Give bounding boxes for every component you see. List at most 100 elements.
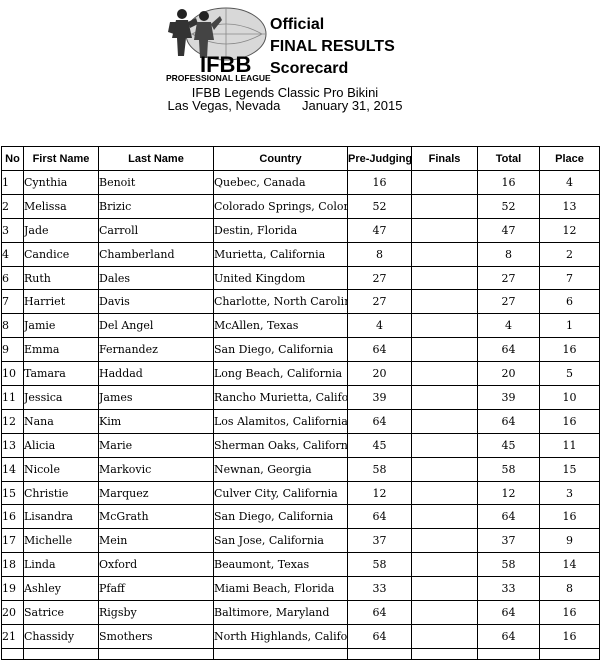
cell-place: 14 bbox=[539, 552, 600, 578]
cell-last-name: Pfaff bbox=[98, 576, 214, 602]
cell-last-name: Kim bbox=[98, 408, 214, 434]
cell-first-name: Harriet bbox=[23, 289, 99, 315]
table-row: 10 Tamara Haddad Long Beach, California 20 20… bbox=[1, 361, 600, 387]
table-row: 9 Emma Fernandez San Diego, California 64 64 1… bbox=[1, 337, 600, 363]
table-row: 12 Nana Kim Los Alamitos, California 64 64 16 bbox=[1, 408, 600, 434]
cell-prejudging: 8 bbox=[347, 241, 412, 267]
cell-empty bbox=[98, 647, 214, 660]
cell-finals bbox=[411, 241, 478, 267]
logo-subtitle: PROFESSIONAL LEAGUE bbox=[166, 73, 271, 83]
cell-first-name: Emma bbox=[23, 337, 99, 363]
cell-total: 27 bbox=[477, 289, 540, 315]
cell-finals bbox=[411, 170, 478, 195]
cell-finals bbox=[411, 504, 478, 530]
event-date: January 31, 2015 bbox=[301, 98, 403, 113]
event-location: Las Vegas, Nevada bbox=[167, 98, 281, 113]
cell-finals bbox=[411, 552, 478, 578]
cell-place: 11 bbox=[539, 432, 600, 458]
cell-finals bbox=[411, 408, 478, 434]
cell-prejudging: 16 bbox=[347, 170, 412, 195]
cell-last-name: Benoit bbox=[98, 170, 214, 195]
table-row: 7 Harriet Davis Charlotte, North Carolina 27… bbox=[1, 289, 600, 315]
cell-no: 15 bbox=[1, 480, 24, 506]
table-row: 18 Linda Oxford Beaumont, Texas 58 58 14 bbox=[1, 552, 600, 578]
cell-total: 16 bbox=[477, 170, 540, 195]
cell-total: 64 bbox=[477, 337, 540, 363]
cell-prejudging: 52 bbox=[347, 193, 412, 219]
cell-total: 20 bbox=[477, 361, 540, 387]
col-header-last-name: Last Name bbox=[98, 146, 214, 171]
cell-last-name: Brizic bbox=[98, 193, 214, 219]
cell-total: 58 bbox=[477, 552, 540, 578]
cell-no: 10 bbox=[1, 361, 24, 387]
col-header-first-name: First Name bbox=[23, 146, 99, 171]
col-header-country: Country bbox=[213, 146, 348, 171]
cell-total: 4 bbox=[477, 313, 540, 339]
cell-total: 33 bbox=[477, 576, 540, 602]
cell-country: Culver City, California bbox=[213, 480, 348, 506]
cell-no: 16 bbox=[1, 504, 24, 530]
cell-first-name: Melissa bbox=[23, 193, 99, 219]
cell-prejudging: 64 bbox=[347, 623, 412, 649]
cell-place: 1 bbox=[539, 313, 600, 339]
cell-empty bbox=[347, 647, 412, 660]
cell-prejudging: 64 bbox=[347, 600, 412, 625]
cell-empty bbox=[213, 647, 348, 660]
cell-prejudging: 64 bbox=[347, 408, 412, 434]
cell-country: Beaumont, Texas bbox=[213, 552, 348, 578]
scorecard-header: IFBB PROFESSIONAL LEAGUE Official FINAL … bbox=[0, 0, 600, 120]
cell-finals bbox=[411, 361, 478, 387]
cell-finals bbox=[411, 456, 478, 482]
cell-last-name: Del Angel bbox=[98, 313, 214, 339]
table-row: 1 Cynthia Benoit Quebec, Canada 16 16 4 bbox=[1, 170, 600, 195]
cell-last-name: Haddad bbox=[98, 361, 214, 387]
cell-finals bbox=[411, 337, 478, 363]
cell-place: 16 bbox=[539, 408, 600, 434]
cell-country: Newnan, Georgia bbox=[213, 456, 348, 482]
cell-place: 15 bbox=[539, 456, 600, 482]
cell-prejudging: 64 bbox=[347, 337, 412, 363]
cell-no: 1 bbox=[1, 170, 24, 195]
cell-total: 8 bbox=[477, 241, 540, 267]
cell-finals bbox=[411, 528, 478, 554]
table-row: 17 Michelle Mein San Jose, California 37 37 9 bbox=[1, 528, 600, 554]
table-row: 14 Nicole Markovic Newnan, Georgia 58 58 15 bbox=[1, 456, 600, 482]
cell-total: 27 bbox=[477, 265, 540, 291]
cell-place: 6 bbox=[539, 289, 600, 315]
cell-first-name: Linda bbox=[23, 552, 99, 578]
cell-country: San Diego, California bbox=[213, 504, 348, 530]
cell-prejudging: 39 bbox=[347, 385, 412, 410]
table-row: 16 Lisandra McGrath San Diego, California 64… bbox=[1, 504, 600, 530]
title-final-results: FINAL RESULTS bbox=[270, 38, 395, 55]
col-header-finals: Finals bbox=[411, 146, 478, 171]
cell-no: 8 bbox=[1, 313, 24, 339]
cell-place: 4 bbox=[539, 170, 600, 195]
cell-empty bbox=[411, 647, 478, 660]
cell-place: 16 bbox=[539, 337, 600, 363]
cell-finals bbox=[411, 623, 478, 649]
cell-country: Long Beach, California bbox=[213, 361, 348, 387]
cell-no: 14 bbox=[1, 456, 24, 482]
cell-no: 3 bbox=[1, 217, 24, 243]
cell-country: North Highlands, California bbox=[213, 623, 348, 649]
cell-finals bbox=[411, 600, 478, 625]
table-row: 13 Alicia Marie Sherman Oaks, California 45 4… bbox=[1, 432, 600, 458]
cell-no: 2 bbox=[1, 193, 24, 219]
event-location-date: Las Vegas, Nevada January 31, 2015 bbox=[0, 99, 570, 113]
cell-no: 18 bbox=[1, 552, 24, 578]
cell-last-name: James bbox=[98, 385, 214, 410]
cell-prejudging: 4 bbox=[347, 313, 412, 339]
cell-first-name: Satrice bbox=[23, 600, 99, 625]
cell-country: Colorado Springs, Colorado bbox=[213, 193, 348, 219]
cell-empty bbox=[23, 647, 99, 660]
cell-prejudging: 20 bbox=[347, 361, 412, 387]
cell-last-name: Smothers bbox=[98, 623, 214, 649]
table-row: 11JessicaJamesRancho Murietta, Californi… bbox=[1, 385, 600, 410]
cell-first-name: Christie bbox=[23, 480, 99, 506]
cell-first-name: Alicia bbox=[23, 432, 99, 458]
cell-total: 39 bbox=[477, 385, 540, 410]
cell-place: 12 bbox=[539, 217, 600, 243]
cell-finals bbox=[411, 432, 478, 458]
cell-total: 12 bbox=[477, 480, 540, 506]
results-table: No First Name Last Name Country Pre-Judg… bbox=[1, 146, 600, 660]
